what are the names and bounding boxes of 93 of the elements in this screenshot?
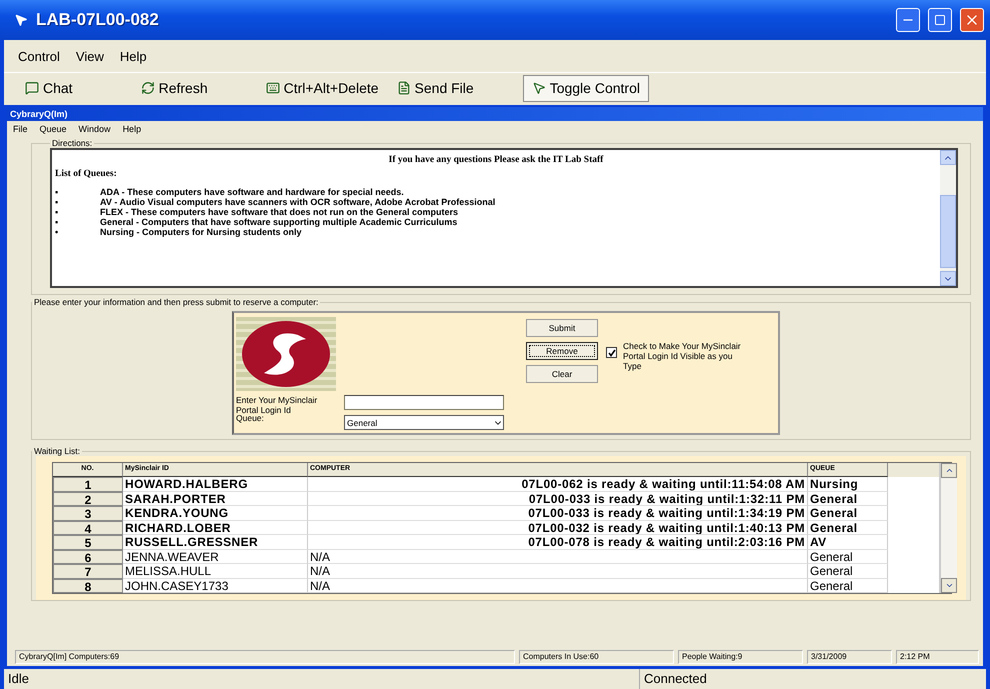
bullet: • bbox=[55, 227, 60, 237]
keyboard-icon bbox=[266, 81, 280, 95]
check-icon bbox=[608, 348, 616, 356]
queue-label: Queue: bbox=[236, 413, 264, 423]
table-cell: N/A bbox=[308, 578, 808, 593]
table-cell: RICHARD.LOBER bbox=[123, 520, 308, 535]
scrollbar[interactable] bbox=[940, 150, 956, 286]
table-cell: 07L00-062 is ready & waiting until:11:54:08 AM bbox=[308, 477, 808, 492]
pointer-icon bbox=[14, 13, 28, 27]
table-cell: MELISSA.HULL bbox=[123, 564, 308, 578]
form-button[interactable]: Clear bbox=[526, 365, 598, 383]
table-cell: RUSSELL.GRESSNER bbox=[123, 535, 308, 550]
table-cell: General bbox=[808, 578, 888, 593]
table-cell: HOWARD.HALBERG bbox=[123, 477, 308, 492]
login-id-field[interactable] bbox=[344, 395, 504, 410]
bullet: ▪ bbox=[55, 207, 60, 217]
row-number: 7 bbox=[53, 564, 123, 578]
chevron-up-icon bbox=[944, 466, 954, 475]
table-cell: General bbox=[808, 506, 888, 520]
bullet: ▪ bbox=[55, 197, 60, 207]
row-number: 1 bbox=[53, 477, 123, 492]
directions-heading: If you have any questions Please ask the IT Lab Staff bbox=[388, 155, 604, 165]
table-cell: General bbox=[808, 550, 888, 564]
group-legend: Please enter your information and then press submit to reserve a computer: bbox=[32, 297, 320, 307]
row-number: 6 bbox=[53, 550, 123, 564]
status-panel: 3/31/2009 bbox=[807, 650, 892, 664]
queue-description: ADA - These computers have software and hardware for special needs. bbox=[100, 187, 404, 197]
toolbar-button[interactable]: Chat bbox=[16, 74, 82, 102]
row-number: 8 bbox=[53, 578, 123, 593]
bullet: ▪ bbox=[55, 217, 60, 227]
pointer-icon bbox=[532, 81, 546, 95]
table-cell: General bbox=[808, 564, 888, 578]
row-number: 3 bbox=[53, 506, 123, 520]
row-number: 2 bbox=[53, 492, 123, 506]
status-panel: Computers In Use:60 bbox=[519, 650, 674, 664]
table-cell: 07L00-078 is ready & waiting until:2:03:16 PM bbox=[308, 535, 808, 550]
list-title: List of Queues: bbox=[55, 169, 118, 179]
row-number: 5 bbox=[53, 535, 123, 550]
maximize-icon bbox=[934, 14, 946, 26]
status-panel: CybraryQ[Im] Computers:69 bbox=[15, 650, 515, 664]
queue-description: FLEX - These computers have software that does not run on the General computers bbox=[100, 207, 458, 217]
status-panel: People Waiting:9 bbox=[678, 650, 803, 664]
login-label: Enter Your MySinclair Portal Login Id bbox=[236, 395, 318, 415]
queue-description: General - Computers that have software supporting multiple Academic Curriculums bbox=[100, 217, 458, 227]
maximize-button[interactable] bbox=[928, 8, 952, 32]
refresh-icon bbox=[140, 81, 155, 95]
table-cell: N/A bbox=[308, 550, 808, 564]
table-cell: JOHN.CASEY1733 bbox=[123, 578, 308, 593]
table-cell: General bbox=[808, 520, 888, 535]
menu-item[interactable]: File bbox=[13, 124, 28, 138]
form-button[interactable]: Submit bbox=[526, 319, 598, 337]
table-cell: SARAH.PORTER bbox=[123, 492, 308, 506]
minimize-button[interactable] bbox=[896, 8, 920, 32]
scrollbar[interactable] bbox=[940, 463, 957, 593]
visible-checkbox[interactable] bbox=[606, 347, 617, 358]
status-text: Idle bbox=[7, 670, 30, 688]
close-button[interactable] bbox=[960, 8, 984, 32]
table-cell: 07L00-032 is ready & waiting until:1:40:13 PM bbox=[308, 520, 808, 535]
speech-bubble-icon bbox=[25, 81, 39, 95]
connection-status: Connected bbox=[639, 669, 986, 689]
table-cell: AV bbox=[808, 535, 888, 550]
bullet: ▪ bbox=[55, 187, 60, 197]
checkbox-label: Check to Make Your MySinclair Portal Login Id Visible as you Type bbox=[623, 341, 742, 371]
menu-item[interactable]: Control bbox=[18, 48, 60, 64]
window-title: LAB-07L00-082 bbox=[36, 10, 160, 30]
menu-item[interactable]: Queue bbox=[40, 124, 67, 138]
document-icon bbox=[396, 81, 411, 95]
table-cell: KENDRA.YOUNG bbox=[123, 506, 308, 520]
group-legend: Waiting List: bbox=[32, 446, 82, 456]
menu-item[interactable]: Help bbox=[120, 48, 147, 64]
queue-description: Nursing - Computers for Nursing students only bbox=[100, 227, 302, 237]
table-cell: Nursing bbox=[808, 477, 888, 492]
status-panel: 2:12 PM bbox=[896, 650, 979, 664]
queue-dropdown[interactable]: General bbox=[344, 415, 504, 430]
table-cell: General bbox=[808, 492, 888, 506]
toolbar-button[interactable]: Ctrl+Alt+Delete bbox=[256, 74, 388, 102]
table-cell: N/A bbox=[308, 564, 808, 578]
menu-item[interactable]: Window bbox=[78, 124, 111, 138]
table-cell: JENNA.WEAVER bbox=[123, 550, 308, 564]
menu-item[interactable]: View bbox=[76, 48, 104, 64]
group-legend: Directions: bbox=[50, 138, 94, 148]
form-button[interactable]: Remove bbox=[526, 342, 598, 360]
toolbar-button[interactable]: Toggle Control bbox=[522, 74, 649, 102]
queue-description: AV - Audio Visual computers have scanners with OCR software, Adobe Acrobat Professional bbox=[100, 197, 496, 207]
table-cell: 07L00-033 is ready & waiting until:1:32:11 PM bbox=[308, 492, 808, 506]
row-number: 4 bbox=[53, 520, 123, 535]
logo-icon bbox=[236, 317, 336, 391]
app-title: CybraryQ(Im) bbox=[10, 109, 68, 119]
chevron-down-icon bbox=[944, 581, 954, 590]
table-cell: 07L00-033 is ready & waiting until:1:34:19 PM bbox=[308, 506, 808, 520]
toolbar-button[interactable]: Send File bbox=[388, 74, 483, 102]
toolbar-button[interactable]: Refresh bbox=[132, 74, 217, 102]
menu-item[interactable]: Help bbox=[122, 124, 142, 138]
